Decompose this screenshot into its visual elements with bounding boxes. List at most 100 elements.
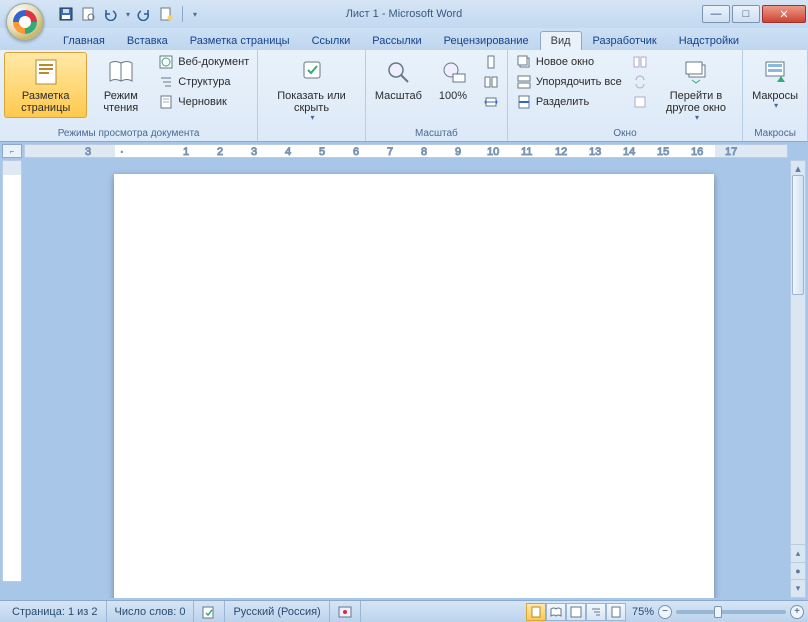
save-icon[interactable] — [58, 6, 74, 22]
svg-text:13: 13 — [589, 146, 601, 158]
ribbon-tabs: Главная Вставка Разметка страницы Ссылки… — [0, 28, 808, 50]
new-window-label: Новое окно — [536, 56, 594, 68]
macros-button[interactable]: Макросы▾ — [747, 52, 803, 115]
view-outline[interactable] — [586, 603, 606, 621]
outline-button[interactable]: Структура — [154, 72, 253, 92]
scroll-up-icon[interactable]: ▴ — [791, 161, 805, 175]
page-width-icon — [483, 94, 499, 110]
minimize-button[interactable]: — — [702, 5, 730, 23]
outline-label: Структура — [178, 76, 230, 88]
print-layout-button[interactable]: Разметка страницы — [4, 52, 87, 118]
tab-mailings[interactable]: Рассылки — [361, 31, 432, 50]
svg-text:6: 6 — [353, 146, 359, 158]
vertical-scrollbar[interactable]: ▴ ▾ — [790, 160, 806, 582]
new-doc-icon[interactable] — [158, 6, 174, 22]
side-by-side-button[interactable] — [628, 52, 652, 72]
zoom-100-button[interactable]: 100% — [429, 52, 477, 106]
group-macros: Макросы▾ Макросы — [743, 50, 808, 141]
status-words[interactable]: Число слов: 0 — [107, 601, 195, 622]
status-page[interactable]: Страница: 1 из 2 — [4, 601, 107, 622]
two-pages-button[interactable] — [479, 72, 503, 92]
tab-addins[interactable]: Надстройки — [668, 31, 750, 50]
status-bar: Страница: 1 из 2 Число слов: 0 Русский (… — [0, 600, 808, 622]
arrange-all-button[interactable]: Упорядочить все — [512, 72, 626, 92]
page-width-button[interactable] — [479, 92, 503, 112]
workspace: ⌐ 3· 1234 5678 9101112 13141516 17 ▴ ▾ ▴… — [0, 142, 808, 600]
document-area[interactable] — [24, 160, 806, 598]
web-layout-button[interactable]: Веб-документ — [154, 52, 253, 72]
arrange-icon — [516, 74, 532, 90]
group-macros-label: Макросы — [747, 127, 803, 141]
page[interactable] — [114, 174, 714, 598]
zoom-label: Масштаб — [375, 90, 422, 102]
zoom-100-icon — [437, 56, 469, 88]
sync-scroll-button[interactable] — [628, 72, 652, 92]
reading-icon — [105, 56, 137, 88]
tab-references[interactable]: Ссылки — [301, 31, 362, 50]
split-button[interactable]: Разделить — [512, 92, 626, 112]
new-window-button[interactable]: Новое окно — [512, 52, 626, 72]
status-proofing[interactable] — [194, 601, 225, 622]
sync-scroll-icon — [632, 74, 648, 90]
vertical-ruler[interactable] — [2, 160, 22, 582]
svg-text:14: 14 — [623, 146, 635, 158]
tab-review[interactable]: Рецензирование — [433, 31, 540, 50]
prev-page-button[interactable]: ▴ — [791, 545, 805, 562]
next-page-button[interactable]: ▾ — [791, 579, 805, 597]
group-zoom: Масштаб 100% Масштаб — [366, 50, 508, 141]
svg-text:17: 17 — [725, 146, 737, 158]
split-icon — [516, 94, 532, 110]
zoom-level[interactable]: 75% — [632, 606, 654, 618]
zoom-in-button[interactable]: + — [790, 605, 804, 619]
maximize-button[interactable]: □ — [732, 5, 760, 23]
horizontal-ruler[interactable]: 3· 1234 5678 9101112 13141516 17 — [24, 144, 788, 158]
undo-dropdown-icon[interactable]: ▾ — [126, 10, 130, 19]
show-hide-button[interactable]: Показать или скрыть▾ — [262, 52, 361, 127]
draft-button[interactable]: Черновик — [154, 92, 253, 112]
tab-view[interactable]: Вид — [540, 31, 582, 50]
web-label: Веб-документ — [178, 56, 249, 68]
chevron-down-icon: ▾ — [695, 114, 699, 123]
ruler-corner[interactable]: ⌐ — [2, 144, 22, 158]
tab-insert[interactable]: Вставка — [116, 31, 179, 50]
view-print-layout[interactable] — [526, 603, 546, 621]
outline-icon — [158, 74, 174, 90]
tab-page-layout[interactable]: Разметка страницы — [179, 31, 301, 50]
ribbon: Разметка страницы Режим чтения Веб-докум… — [0, 50, 808, 142]
draft-icon — [158, 94, 174, 110]
qat-customize-icon[interactable]: ▾ — [193, 10, 197, 19]
reading-layout-button[interactable]: Режим чтения — [89, 52, 152, 118]
view-reading[interactable] — [546, 603, 566, 621]
group-zoom-label: Масштаб — [370, 127, 503, 141]
new-window-icon — [516, 54, 532, 70]
svg-text:2: 2 — [217, 146, 223, 158]
svg-text:5: 5 — [319, 146, 325, 158]
group-window-label: Окно — [512, 127, 738, 141]
group-views-label: Режимы просмотра документа — [4, 127, 253, 141]
select-browse-object-button[interactable]: ● — [791, 562, 805, 580]
reset-pos-button[interactable] — [628, 92, 652, 112]
zoom-slider-thumb[interactable] — [714, 606, 722, 618]
redo-icon[interactable] — [136, 6, 152, 22]
group-show-hide: Показать или скрыть▾ — [258, 50, 366, 141]
zoom-slider[interactable] — [676, 610, 786, 614]
status-language[interactable]: Русский (Россия) — [225, 601, 329, 622]
office-button[interactable] — [6, 3, 44, 41]
group-window: Новое окно Упорядочить все Разделить Пер… — [508, 50, 743, 141]
print-preview-icon[interactable] — [80, 6, 96, 22]
status-macro-rec[interactable] — [330, 601, 361, 622]
scroll-thumb[interactable] — [792, 175, 804, 295]
close-button[interactable]: ✕ — [762, 5, 806, 23]
zoom-button[interactable]: Масштаб — [370, 52, 427, 106]
tab-developer[interactable]: Разработчик — [582, 31, 668, 50]
zoom-out-button[interactable]: − — [658, 605, 672, 619]
undo-icon[interactable] — [102, 6, 118, 22]
svg-text:3: 3 — [251, 146, 257, 158]
view-draft[interactable] — [606, 603, 626, 621]
tab-home[interactable]: Главная — [52, 31, 116, 50]
view-web[interactable] — [566, 603, 586, 621]
chevron-down-icon: ▾ — [311, 114, 315, 123]
switch-windows-button[interactable]: Перейти в другое окно▾ — [654, 52, 738, 127]
one-page-button[interactable] — [479, 52, 503, 72]
show-hide-label: Показать или скрыть — [267, 90, 356, 114]
